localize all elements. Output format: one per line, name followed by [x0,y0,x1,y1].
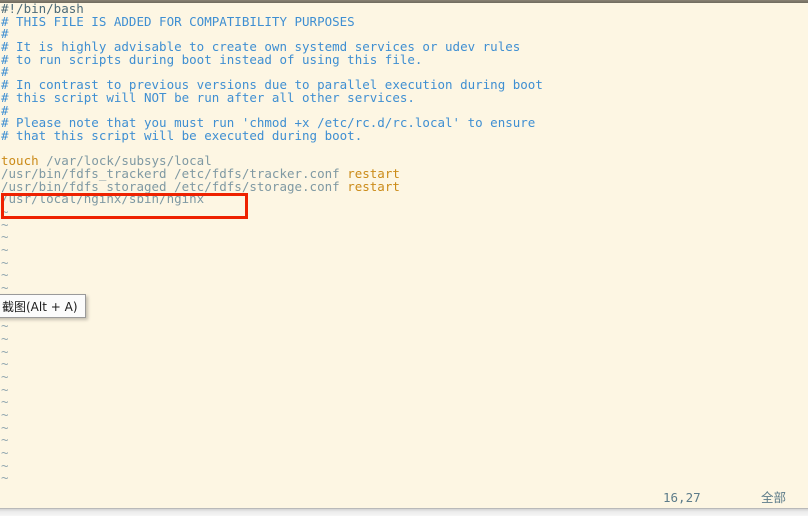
screenshot-tooltip-label: 截图(Alt + A) [2,299,78,314]
empty-line-marker: ~ [0,231,808,244]
empty-line-marker: ~ [0,281,808,295]
code-line-command-nginx: /usr/local/nginx/sbin/nginx [0,191,808,207]
empty-line-marker: ~ [0,395,808,409]
empty-line-marker: ~ [0,383,808,397]
cursor-position-indicator: 16,27 [663,490,701,505]
screenshot-tooltip[interactable]: 截图(Alt + A) [0,294,86,318]
code-text: # to run scripts during boot instead of … [1,51,423,67]
empty-line-marker: ~ [0,421,808,435]
scroll-percentage-indicator: 全部 [761,490,787,505]
empty-line-markers: ~~~~~~~~~~~~~~~~~~~~~~~ [0,205,808,495]
horizontal-scrollbar[interactable] [0,508,808,516]
empty-line-marker: ~ [0,370,808,384]
empty-line-marker: ~ [0,256,808,270]
code-line-comment: # this script will NOT be run after all … [0,89,808,105]
empty-line-marker: ~ [0,345,808,359]
code-line-comment: # that this script will be executed duri… [0,127,808,143]
empty-line-marker: ~ [0,243,808,257]
code-line-comment: # THIS FILE IS ADDED FOR COMPATIBILITY P… [0,13,808,29]
command-trailing-keyword: restart [347,178,400,194]
code-text: # this script will NOT be run after all … [1,89,415,105]
editor-text-area[interactable]: #!/bin/bash # THIS FILE IS ADDED FOR COM… [0,3,808,495]
empty-line-marker: ~ [0,446,808,460]
empty-line-marker: ~ [0,294,808,308]
empty-line-marker: ~ [0,434,808,447]
empty-line-marker: ~ [0,218,808,232]
code-text: # that this script will be executed duri… [1,127,363,143]
empty-line-marker: ~ [0,319,808,333]
vim-status-line: 16,27 全部 [0,488,808,508]
empty-line-marker: ~ [0,357,808,371]
code-line-comment: # to run scripts during boot instead of … [0,51,808,67]
code-text: # THIS FILE IS ADDED FOR COMPATIBILITY P… [1,13,355,29]
empty-line-marker: ~ [0,472,808,485]
empty-line-marker: ~ [0,307,808,321]
empty-line-marker: ~ [0,205,808,219]
empty-line-marker: ~ [0,459,808,473]
vim-editor-window: #!/bin/bash # THIS FILE IS ADDED FOR COM… [0,0,808,516]
command-args: /usr/local/nginx/sbin/nginx [1,191,205,207]
empty-line-marker: ~ [0,269,808,282]
empty-line-marker: ~ [0,332,808,346]
empty-line-marker: ~ [0,408,808,422]
